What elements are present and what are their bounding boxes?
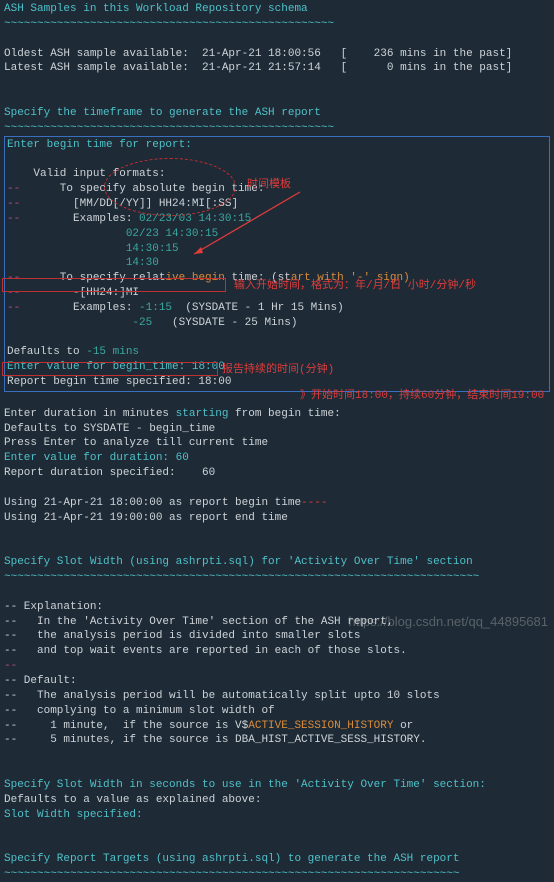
separator: ~~~~~~~~~~~~~~~~~~~~~~~~~~~~~~~~~~~~~~~~… xyxy=(4,867,554,882)
red-box-duration xyxy=(2,362,218,376)
red-box-begin-time xyxy=(2,278,226,292)
latest-sample: Latest ASH sample available: 21-Apr-21 2… xyxy=(4,61,554,76)
annotation-summary: 》开始时间18:00，持续60分钟，结束时间19:00 xyxy=(300,389,544,404)
begin-time-block: Enter begin time for report: Valid input… xyxy=(4,136,550,392)
section-title: Specify Slot Width (using ashrpti.sql) f… xyxy=(4,555,554,570)
separator: ~~~~~~~~~~~~~~~~~~~~~~~~~~~~~~~~~~~~~~~~… xyxy=(4,570,554,585)
section-title: ASH Samples in this Workload Repository … xyxy=(4,2,554,17)
watermark: https://blog.csdn.net/qq_44895681 xyxy=(349,613,549,631)
oldest-sample: Oldest ASH sample available: 21-Apr-21 1… xyxy=(4,47,554,62)
separator: ~~~~~~~~~~~~~~~~~~~~~~~~~~~~~~~~~~~~~~~~… xyxy=(4,17,554,32)
annotation-template: 时间模板 xyxy=(247,178,291,193)
report-duration: Report duration specified: 60 xyxy=(4,466,554,481)
ellipse-annotation xyxy=(104,158,236,216)
terminal-output: ASH Samples in this Workload Repository … xyxy=(4,2,554,882)
annotation-input-begin: 输入开始时间，格式为：年/月/日 小时/分钟/秒 xyxy=(234,279,476,294)
separator: ~~~~~~~~~~~~~~~~~~~~~~~~~~~~~~~~~~~~~~~~… xyxy=(4,121,554,136)
section-title: Specify the timeframe to generate the AS… xyxy=(4,106,554,121)
section-title: Specify Report Targets (using ashrpti.sq… xyxy=(4,852,554,867)
annotation-duration: 报告持续的时间(分钟) xyxy=(222,363,334,378)
